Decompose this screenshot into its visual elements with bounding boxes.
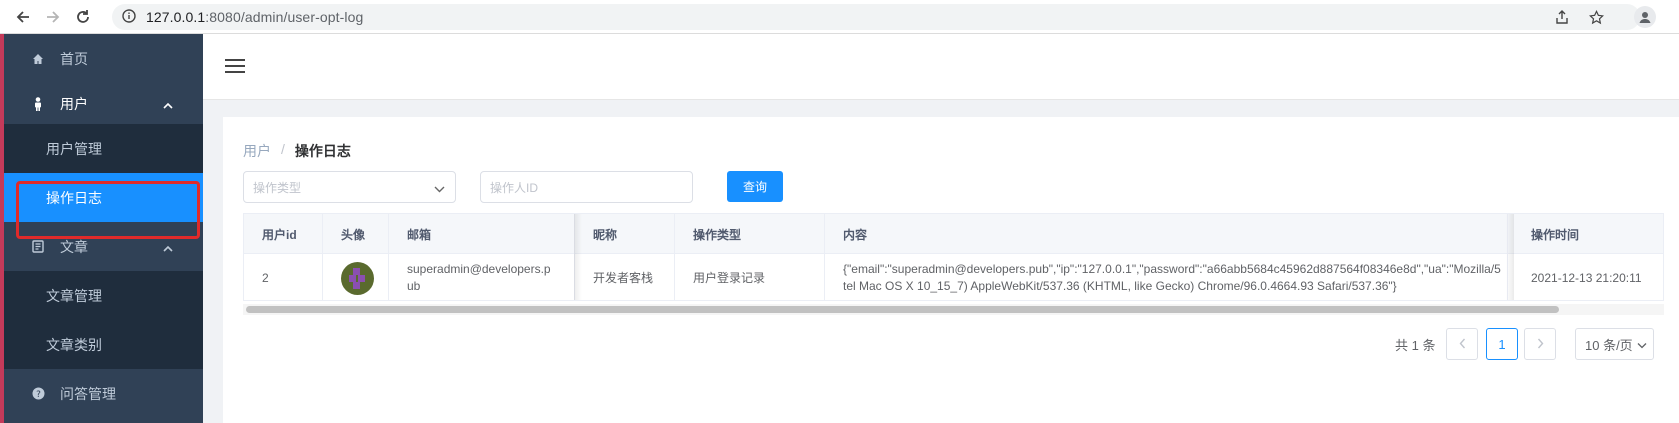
cell-operation-type: 用户登录记录: [675, 254, 825, 300]
breadcrumb: 用户 / 操作日志: [243, 141, 351, 161]
fixed-column-shadow: [574, 214, 582, 300]
column-header-nickname: 昵称: [575, 214, 675, 254]
cell-content: {"email":"superadmin@developers.pub","ip…: [825, 254, 1508, 300]
sidebar-item-qa-management[interactable]: ? 问答管理: [4, 369, 203, 418]
user-icon: [28, 96, 48, 111]
page-size-label: 10 条/页: [1585, 337, 1633, 353]
email-text-line2: ub: [407, 279, 421, 293]
sidebar-item-label: 文章类别: [46, 336, 102, 353]
column-header-avatar: 头像: [323, 214, 389, 254]
operator-id-placeholder: 操作人ID: [490, 180, 539, 195]
top-navbar: [203, 34, 1679, 100]
operation-type-placeholder: 操作类型: [253, 180, 302, 195]
back-icon[interactable]: [6, 0, 40, 34]
pagination-total: 共 1 条: [1395, 338, 1436, 353]
operation-log-table: 用户id 头像 邮箱 昵称 操作类型 内容 操作时间 2 superadmin@…: [243, 213, 1664, 301]
chevron-left-icon: [1459, 337, 1466, 352]
query-button-label: 查询: [742, 180, 767, 194]
content-text-line1: {"email":"superadmin@developers.pub","ip…: [843, 262, 1501, 276]
breadcrumb-parent[interactable]: 用户: [243, 141, 271, 161]
bookmark-star-icon[interactable]: [1583, 4, 1609, 30]
chevron-up-icon: [163, 240, 173, 256]
chevron-down-icon: [1637, 337, 1647, 352]
breadcrumb-current: 操作日志: [294, 143, 351, 159]
sidebar-item-label: 用户管理: [46, 140, 102, 157]
next-page-button[interactable]: [1524, 328, 1556, 360]
svg-text:?: ?: [36, 390, 41, 400]
hamburger-menu-icon[interactable]: [225, 58, 247, 76]
reload-icon[interactable]: [66, 0, 100, 34]
operator-id-input[interactable]: 操作人ID: [480, 171, 693, 203]
browser-toolbar: 127.0.0.1:8080/admin/user-opt-log: [0, 0, 1679, 34]
column-header-email: 邮箱: [389, 214, 575, 254]
page-number-button[interactable]: 1: [1486, 328, 1518, 360]
operation-type-select[interactable]: 操作类型: [243, 171, 456, 203]
site-info-icon[interactable]: [122, 8, 136, 26]
profile-avatar-icon[interactable]: [1634, 6, 1656, 28]
horizontal-scrollbar[interactable]: [246, 306, 1559, 313]
sidebar-item-article-management[interactable]: 文章管理: [4, 271, 203, 320]
query-button[interactable]: 查询: [727, 171, 783, 202]
avatar: [341, 261, 374, 295]
sidebar-item-label: 文章管理: [46, 287, 102, 304]
chevron-up-icon: [163, 97, 173, 113]
sidebar-item-label: 首页: [60, 50, 88, 67]
sidebar-item-user-management[interactable]: 用户管理: [4, 124, 203, 173]
column-header-operation-time: 操作时间: [1531, 227, 1580, 242]
cell-avatar: [323, 254, 389, 300]
cell-operation-time: 2021-12-13 21:20:11: [1531, 270, 1642, 285]
sidebar-item-article-category[interactable]: 文章类别: [4, 320, 203, 369]
content-text-line2: tel Mac OS X 10_15_7) AppleWebKit/537.36…: [843, 279, 1397, 293]
table-header: 用户id 头像 邮箱 昵称 操作类型 内容 操作时间: [244, 214, 1663, 254]
url-path: :8080/admin/user-opt-log: [205, 9, 364, 25]
document-icon: [28, 240, 48, 253]
cell-nickname: 开发者客栈: [575, 254, 675, 300]
prev-page-button[interactable]: [1446, 328, 1478, 360]
selection-highlight: [16, 181, 200, 239]
url-text: 127.0.0.1:8080/admin/user-opt-log: [146, 9, 363, 25]
forward-icon[interactable]: [36, 0, 70, 34]
sidebar-item-home[interactable]: 首页: [4, 34, 203, 83]
share-icon[interactable]: [1549, 4, 1575, 30]
breadcrumb-separator: /: [281, 141, 285, 157]
sidebar-item-label: 用户: [60, 95, 88, 112]
email-text-line1: superadmin@developers.p: [407, 262, 551, 276]
page-size-select[interactable]: 10 条/页: [1575, 328, 1654, 360]
cell-user-id: 2: [244, 254, 323, 300]
home-icon: [28, 53, 48, 65]
cell-email: superadmin@developers.p ub: [389, 254, 575, 300]
chevron-down-icon: [434, 182, 445, 196]
sidebar-item-label: 问答管理: [60, 385, 116, 402]
column-header-operation-type: 操作类型: [675, 214, 825, 254]
chevron-right-icon: [1537, 337, 1544, 352]
question-icon: ?: [28, 387, 48, 400]
address-bar[interactable]: 127.0.0.1:8080/admin/user-opt-log: [112, 4, 1640, 30]
column-header-content: 内容: [825, 214, 1508, 254]
sidebar-item-user[interactable]: 用户: [4, 79, 203, 128]
url-host: 127.0.0.1: [146, 9, 206, 25]
fixed-column-shadow: [1506, 214, 1514, 300]
column-header-user-id: 用户id: [244, 214, 323, 254]
sidebar-item-label: 文章: [60, 238, 88, 255]
